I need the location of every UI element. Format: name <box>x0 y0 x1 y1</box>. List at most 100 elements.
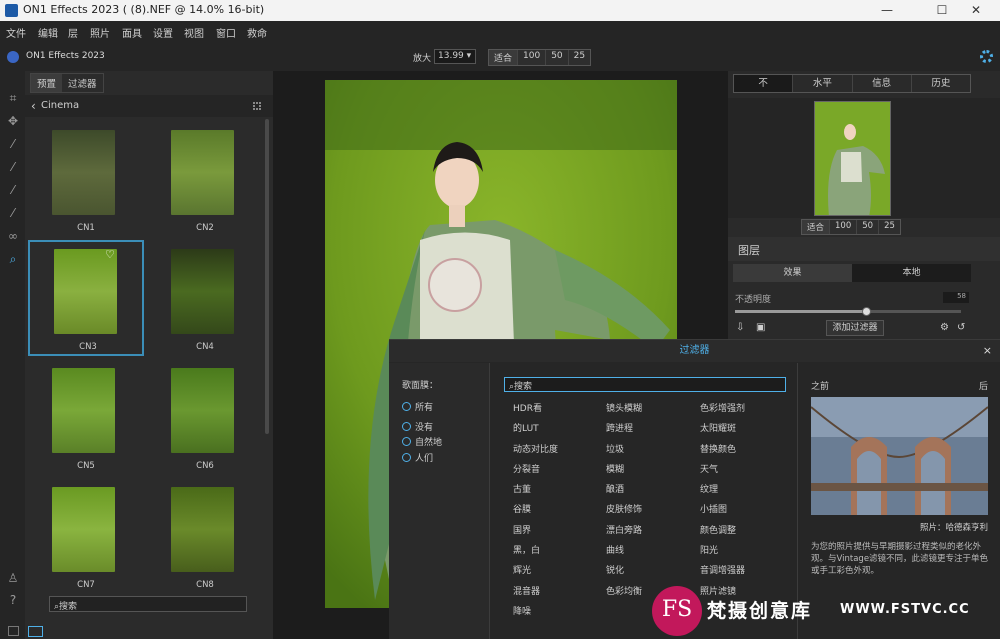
nav-25-button[interactable]: 25 <box>878 220 900 234</box>
menu-layer[interactable]: 层 <box>68 25 78 40</box>
filter-item[interactable]: 色彩均衡 <box>606 584 642 604</box>
tab-filters[interactable]: 过滤器 <box>62 74 103 92</box>
preset-thumb[interactable]: CN2 <box>147 123 263 239</box>
tab-info[interactable]: 信息 <box>851 75 911 92</box>
masking-brush-icon[interactable]: ⁄ <box>6 183 20 197</box>
preset-thumb[interactable]: CN4 <box>147 242 263 358</box>
menu-edit[interactable]: 编辑 <box>38 25 58 40</box>
filter-item[interactable]: 曲线 <box>606 543 642 563</box>
layers-header[interactable]: 图层 <box>728 237 1000 261</box>
filter-item[interactable]: 谷膜 <box>513 502 558 522</box>
zoom-hand-icon[interactable]: ⌕ <box>6 252 20 266</box>
gear-icon[interactable] <box>980 50 993 63</box>
magic-wand-icon[interactable]: ⁄ <box>6 137 20 151</box>
heart-icon[interactable]: ♡ <box>105 248 115 261</box>
filter-item[interactable]: 色彩增强剂 <box>700 401 745 421</box>
close-icon[interactable]: × <box>983 344 992 357</box>
help-icon[interactable]: ? <box>6 593 20 607</box>
filter-item[interactable]: 小插图 <box>700 502 745 522</box>
filter-item[interactable]: 混音器 <box>513 584 558 604</box>
menu-mask[interactable]: 面具 <box>122 25 142 40</box>
tab-effects[interactable]: 效果 <box>733 264 852 282</box>
minimize-button[interactable]: — <box>864 0 910 21</box>
filter-item[interactable]: 垃圾 <box>606 442 642 462</box>
preset-thumb[interactable]: CN7 <box>28 480 144 596</box>
filter-item[interactable]: 替换颜色 <box>700 442 745 462</box>
opacity-value[interactable]: 58 <box>943 292 969 303</box>
brush-icon[interactable]: ⁄ <box>6 160 20 174</box>
mask-icon[interactable]: ▣ <box>756 322 765 333</box>
tab-local[interactable]: 本地 <box>852 264 971 282</box>
menu-photo[interactable]: 照片 <box>90 25 110 40</box>
category-header[interactable]: ‹ Cinema <box>25 95 273 117</box>
menu-settings[interactable]: 设置 <box>153 25 173 40</box>
menu-help[interactable]: 救命 <box>247 25 267 40</box>
filter-item[interactable]: 黑，白 <box>513 543 558 563</box>
tab-presets[interactable]: 预置 <box>31 74 63 92</box>
zoom-25-button[interactable]: 25 <box>567 50 591 65</box>
filter-item[interactable]: 皮肤修饰 <box>606 502 642 522</box>
single-view-icon[interactable] <box>8 626 19 636</box>
preset-thumb[interactable]: CN5 <box>28 361 144 477</box>
filter-item[interactable]: 跨进程 <box>606 421 642 441</box>
zoom-fit-button[interactable]: 适合 <box>489 50 518 65</box>
crop-icon[interactable]: ⌗ <box>6 91 20 105</box>
menu-view[interactable]: 视图 <box>184 25 204 40</box>
compare-view-icon[interactable] <box>28 626 43 637</box>
add-filter-button[interactable]: 添加过滤器 <box>826 320 884 336</box>
filter-item[interactable]: 降噪 <box>513 604 558 624</box>
filter-item[interactable]: 太阳耀斑 <box>700 421 745 441</box>
user-icon[interactable]: ♙ <box>6 571 20 585</box>
preset-thumb-selected[interactable]: ♡ CN3 <box>28 240 144 356</box>
tab-history[interactable]: 历史 <box>910 75 970 92</box>
preset-search-input[interactable]: ⌕搜索 <box>49 596 247 612</box>
chevron-left-icon[interactable]: ‹ <box>31 99 36 113</box>
filter-item[interactable]: 锐化 <box>606 563 642 583</box>
filter-item[interactable]: 酿酒 <box>606 482 642 502</box>
preset-thumb[interactable]: CN1 <box>28 123 144 239</box>
zoom-50-button[interactable]: 50 <box>545 50 568 65</box>
preview-image[interactable] <box>811 397 988 515</box>
radio-people[interactable]: 人们 <box>402 451 433 464</box>
zoom-select[interactable]: 13.99 ▾ <box>434 49 476 64</box>
filter-item[interactable]: 天气 <box>700 462 745 482</box>
settings-icon[interactable]: ⚙ <box>940 322 949 333</box>
filter-item[interactable]: 颜色调整 <box>700 523 745 543</box>
opacity-slider[interactable] <box>735 307 961 316</box>
filter-search-input[interactable]: ⌕搜索 <box>504 377 786 392</box>
radio-nature[interactable]: 自然地 <box>402 435 442 448</box>
filter-item[interactable]: 辉光 <box>513 563 558 583</box>
scrollbar[interactable] <box>265 119 269 434</box>
menu-file[interactable]: 文件 <box>6 25 26 40</box>
filter-item[interactable]: 的LUT <box>513 421 558 441</box>
nav-100-button[interactable]: 100 <box>829 220 857 234</box>
preset-thumb[interactable]: CN6 <box>147 361 263 477</box>
filter-item[interactable]: HDR看 <box>513 401 558 421</box>
filter-item[interactable]: 镜头模糊 <box>606 401 642 421</box>
menu-window[interactable]: 窗口 <box>216 25 236 40</box>
nav-50-button[interactable]: 50 <box>856 220 879 234</box>
radio-all[interactable]: 所有 <box>402 400 433 413</box>
filter-item[interactable]: 国界 <box>513 523 558 543</box>
radio-none[interactable]: 没有 <box>402 420 433 433</box>
nav-fit-button[interactable]: 适合 <box>802 220 830 234</box>
move-icon[interactable]: ✥ <box>6 114 20 128</box>
zoom-100-button[interactable]: 100 <box>517 50 546 65</box>
clone-icon[interactable]: ∞ <box>6 229 20 243</box>
filter-item[interactable]: 纹理 <box>700 482 745 502</box>
navigator-thumbnail[interactable] <box>814 101 891 216</box>
filter-item[interactable]: 动态对比度 <box>513 442 558 462</box>
reset-icon[interactable]: ↺ <box>957 322 965 333</box>
filter-item[interactable]: 阳光 <box>700 543 745 563</box>
grid-view-icon[interactable] <box>253 102 261 110</box>
save-icon[interactable]: ⇩ <box>736 322 744 333</box>
filter-item[interactable]: 古董 <box>513 482 558 502</box>
opacity-knob[interactable] <box>862 307 872 316</box>
refine-brush-icon[interactable]: ⁄ <box>6 206 20 220</box>
tab-levels[interactable]: 水平 <box>792 75 851 92</box>
filter-item[interactable]: 漂白旁路 <box>606 523 642 543</box>
preset-thumb[interactable]: CN8 <box>147 480 263 596</box>
filter-item[interactable]: 模糊 <box>606 462 642 482</box>
tab-navigator[interactable]: 不 <box>734 75 793 92</box>
filter-item[interactable]: 分裂音 <box>513 462 558 482</box>
